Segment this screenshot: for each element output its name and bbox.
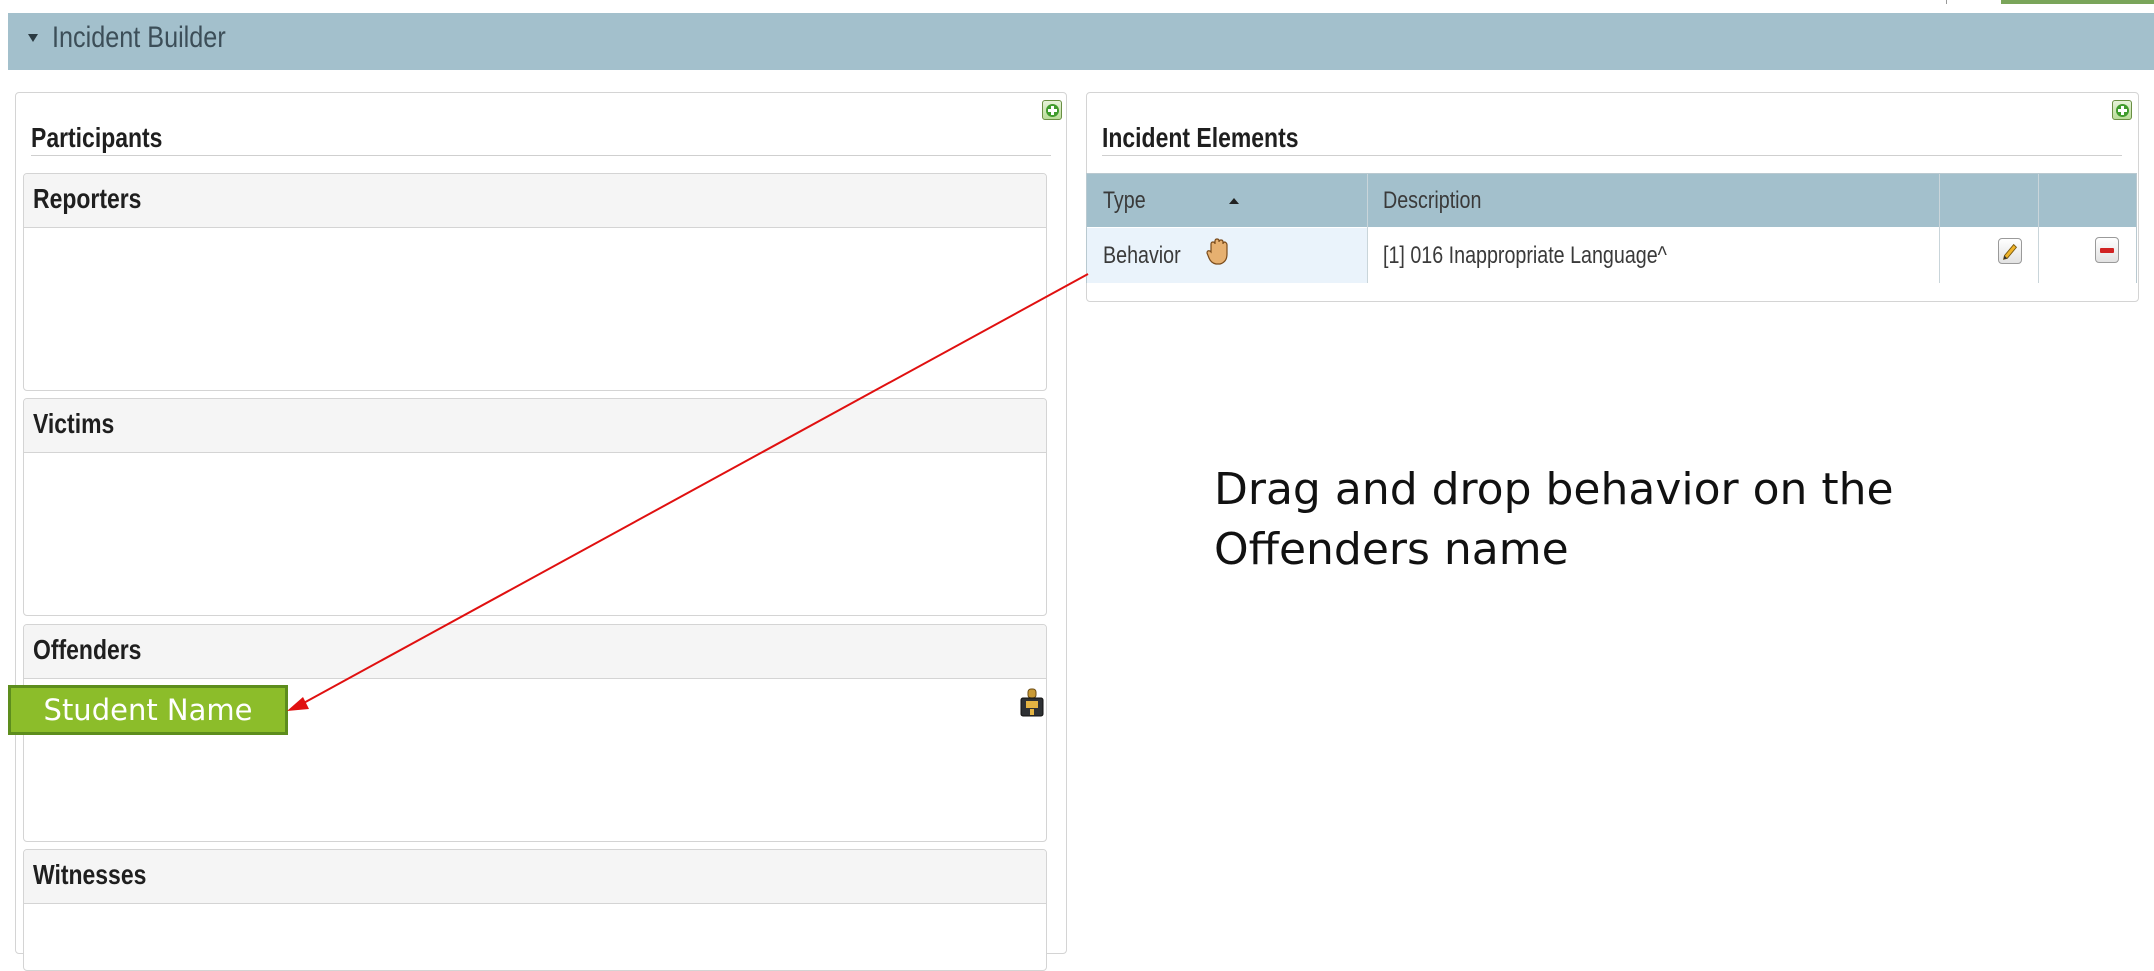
add-participant-button[interactable] (1042, 100, 1062, 120)
witnesses-section[interactable]: Witnesses (23, 849, 1047, 971)
delete-button[interactable] (2095, 237, 2119, 263)
add-icon (2115, 103, 2129, 117)
hand-icon[interactable] (1205, 238, 1229, 266)
incident-elements-table: Type Description Behavior [1] 016 Inappr… (1086, 173, 2137, 283)
add-incident-element-button[interactable] (2112, 100, 2132, 120)
student-name-drag-item[interactable]: Student Name (8, 685, 288, 735)
incident-builder-header[interactable]: Incident Builder (8, 13, 2154, 70)
witnesses-header: Witnesses (24, 850, 1046, 904)
participants-title: Participants (31, 122, 163, 153)
instruction-line-2: Offenders name (1214, 524, 1569, 575)
type-cell[interactable]: Behavior (1087, 228, 1367, 283)
victims-header: Victims (24, 399, 1046, 453)
column-divider (1939, 174, 1940, 283)
reporters-header: Reporters (24, 174, 1046, 228)
caret-down-icon[interactable] (28, 34, 38, 42)
minus-icon (2100, 248, 2114, 253)
top-right-tab[interactable] (2001, 0, 2154, 4)
package-icon[interactable] (1019, 688, 1045, 718)
incident-elements-title: Incident Elements (1102, 122, 1299, 153)
offenders-title: Offenders (33, 634, 142, 665)
victims-title: Victims (33, 408, 115, 439)
row-type: Behavior (1103, 242, 1181, 269)
victims-section[interactable]: Victims (23, 398, 1047, 616)
add-icon (1045, 103, 1059, 117)
column-divider (1367, 174, 1368, 283)
column-header-description[interactable]: Description (1383, 174, 1481, 227)
instruction-annotation: Drag and drop behavior on the Offenders … (1214, 460, 1894, 580)
table-header: Type Description (1087, 174, 2136, 227)
reporters-section[interactable]: Reporters (23, 173, 1047, 391)
pencil-icon (2002, 243, 2018, 260)
table-row[interactable]: Behavior [1] 016 Inappropriate Language^ (1087, 228, 2136, 283)
participants-divider (31, 155, 1051, 156)
edit-button[interactable] (1998, 238, 2022, 264)
row-description: [1] 016 Inappropriate Language^ (1383, 242, 1667, 269)
reporters-title: Reporters (33, 183, 142, 214)
top-right-divider (1946, 0, 1947, 4)
offenders-header: Offenders (24, 625, 1046, 679)
witnesses-title: Witnesses (33, 859, 147, 890)
page-title: Incident Builder (52, 21, 226, 54)
column-divider (2038, 174, 2039, 283)
sort-ascending-icon[interactable] (1229, 198, 1239, 204)
instruction-line-1: Drag and drop behavior on the (1214, 464, 1894, 515)
incident-elements-divider (1102, 155, 2122, 156)
column-header-type[interactable]: Type (1103, 174, 1146, 227)
